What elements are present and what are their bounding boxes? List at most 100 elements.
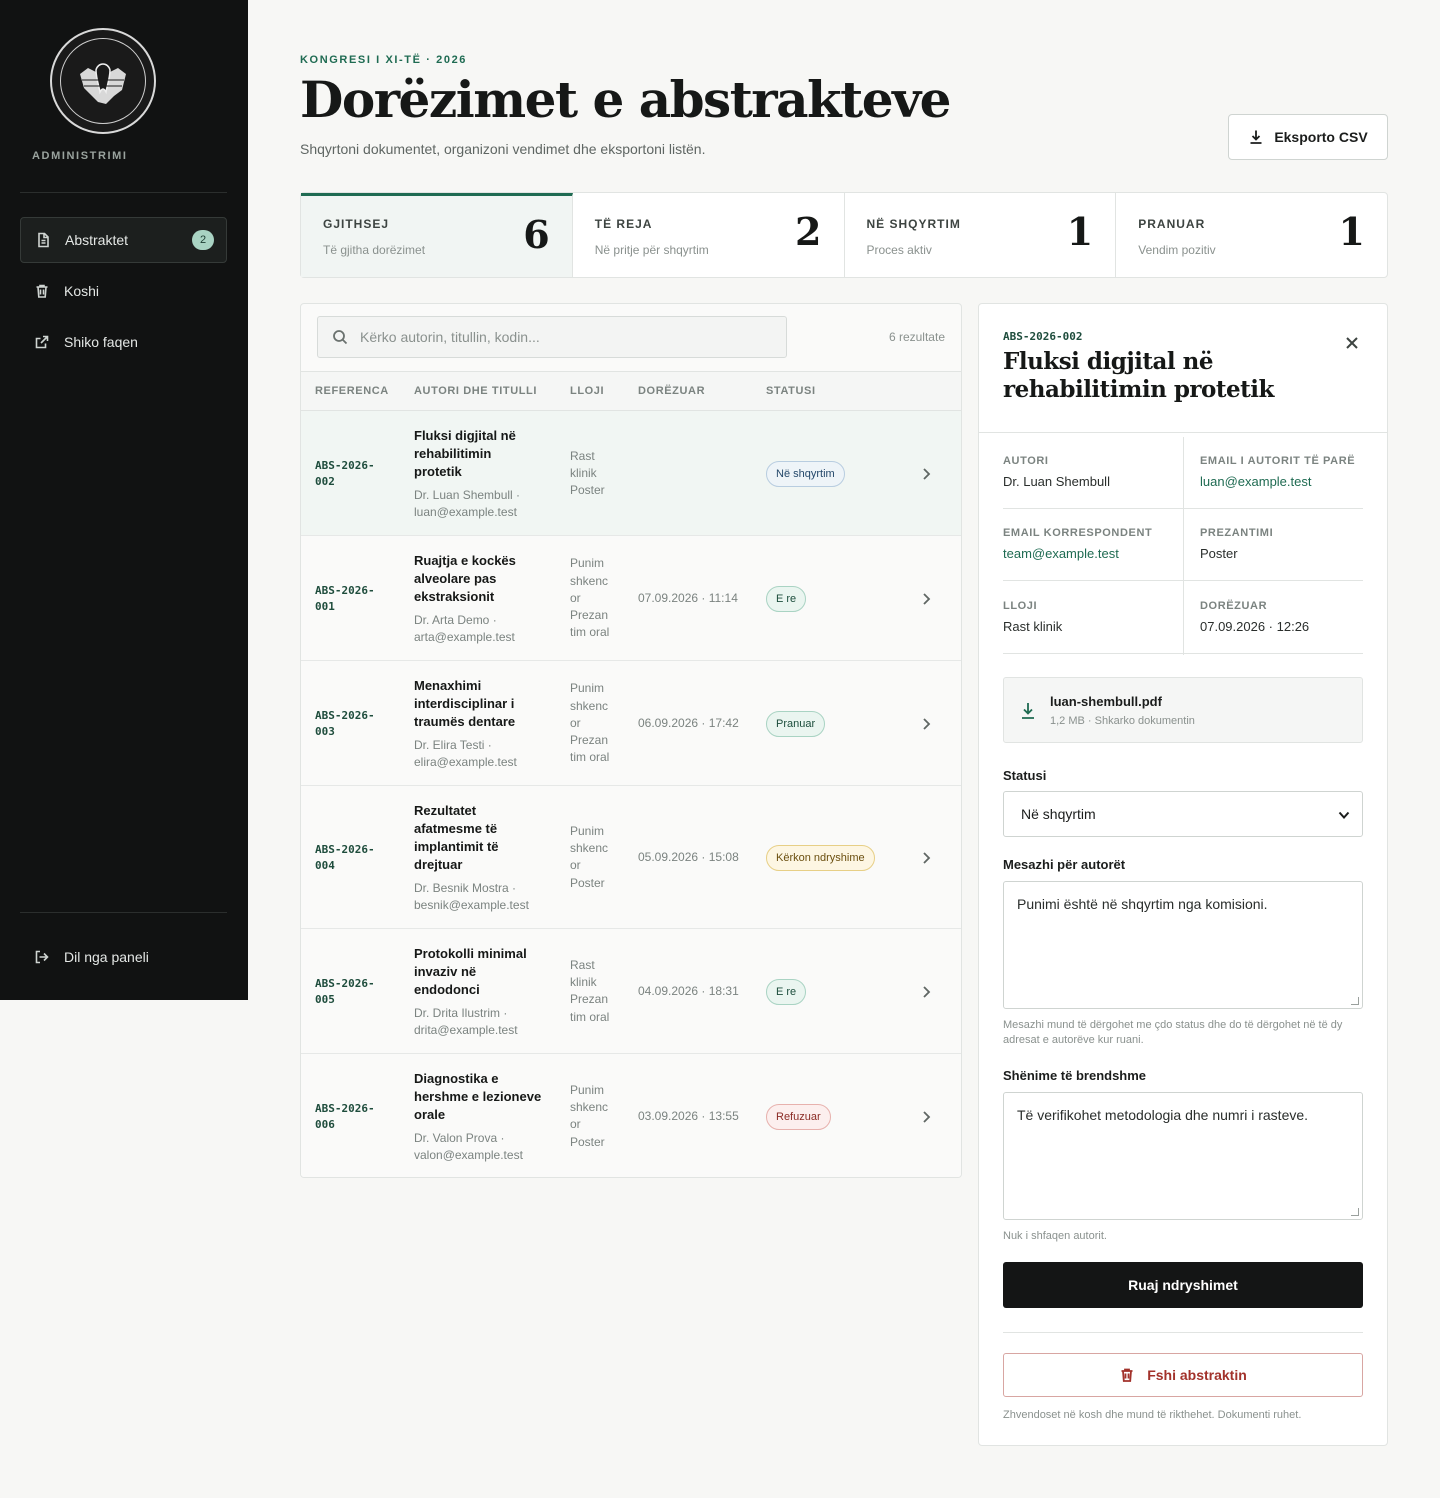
stat-label: GJITHSEJ <box>323 217 390 231</box>
cell-title: Diagnostika e hershme e lezioneve orale <box>414 1070 544 1124</box>
cell-author-line: elira@example.test <box>414 754 517 769</box>
save-changes-button[interactable]: Ruaj ndryshimet <box>1003 1262 1363 1308</box>
stat-value: 6 <box>523 212 550 257</box>
chevron-right-icon[interactable] <box>919 592 933 606</box>
sidebar-divider <box>20 912 227 913</box>
cell-type-line: Punim <box>570 556 605 571</box>
author-message-textarea[interactable]: Punimi është në shqyrtim nga komisioni. <box>1003 881 1363 1009</box>
cell-title: Fluksi digjital në rehabilitimin protetik <box>414 427 544 481</box>
table-row[interactable]: ABS-2026- 004 Rezultatet afatmesme të implan… <box>301 786 961 929</box>
cell-type: Rast klinik Prezan tim oral <box>570 957 618 1026</box>
table-row[interactable]: ABS-2026- 002 Fluksi digjital në rehabiliti… <box>301 411 961 536</box>
field-label: AUTORI <box>1003 455 1049 467</box>
field-corresponding-email: EMAIL KORRESPONDENT team@example.test <box>1003 509 1183 581</box>
column-header[interactable]: LLOJI <box>570 385 604 397</box>
stat-new[interactable]: TË REJA Në pritje për shqyrtim 2 <box>573 193 845 277</box>
resize-handle[interactable] <box>1351 1208 1359 1216</box>
sidebar-item-abstracts[interactable]: Abstraktet 2 <box>20 217 227 263</box>
cell-title-line: alveolare pas <box>414 570 497 586</box>
table-row[interactable]: ABS-2026- 006 Diagnostika e hershme e lezio… <box>301 1054 961 1177</box>
detail-title: Fluksi digjital në rehabilitimin proteti… <box>1003 348 1274 403</box>
logout-button[interactable]: Dil nga paneli <box>20 934 227 980</box>
cell-ref: ABS-2026- 003 <box>315 708 375 740</box>
chevron-right-icon[interactable] <box>919 985 933 999</box>
chevron-down-icon <box>1338 811 1350 819</box>
chevron-right-icon[interactable] <box>919 467 933 481</box>
sidebar-item-label: Shiko faqen <box>64 334 138 350</box>
chevron-right-icon[interactable] <box>919 717 933 731</box>
cell-ref-line: 006 <box>315 1117 335 1131</box>
table-row[interactable]: ABS-2026- 005 Protokolli minimal invaziv në… <box>301 929 961 1054</box>
cell-type-line: shkenc <box>570 1100 609 1115</box>
export-csv-button[interactable]: Eksporto CSV <box>1228 114 1388 160</box>
file-name: luan-shembull.pdf <box>1050 694 1162 709</box>
cell-ref-line: 001 <box>315 599 335 613</box>
cell-author-line: besnik@example.test <box>414 897 529 912</box>
cell-type-line: Punim <box>570 823 605 838</box>
status-badge: E re <box>766 585 807 612</box>
textarea-value: Të verifikohet metodologia dhe numri i r… <box>1017 1107 1309 1123</box>
table-row[interactable]: ABS-2026- 001 Ruajtja e kockës alveolare pa… <box>301 536 961 661</box>
status-badge: Në shqyrtim <box>766 460 845 487</box>
sidebar-item-trash[interactable]: Koshi <box>20 268 227 314</box>
cell-title-line: Fluksi digjital në <box>414 427 516 443</box>
search-input[interactable]: Kërko autorin, titullin, kodin... <box>317 316 787 358</box>
cell-ref-line: ABS-2026- <box>315 458 375 472</box>
cell-date: 06.09.2026 · 17:42 <box>638 715 739 730</box>
status-badge: Kërkon ndryshime <box>766 844 875 871</box>
resize-handle[interactable] <box>1351 997 1359 1005</box>
download-document-card[interactable]: luan-shembull.pdf 1,2 MB · Shkarko dokum… <box>1003 677 1363 743</box>
chevron-right-icon[interactable] <box>919 851 933 865</box>
internal-notes-textarea[interactable]: Të verifikohet metodologia dhe numri i r… <box>1003 1092 1363 1220</box>
divider <box>1003 1332 1363 1333</box>
cell-author-line: luan@example.test <box>414 504 517 519</box>
delete-abstract-button[interactable]: Fshi abstraktin <box>1003 1353 1363 1397</box>
cell-title-line: ekstraksionit <box>414 588 495 604</box>
cell-author-line: Dr. Drita Ilustrim · <box>414 1005 508 1020</box>
cell-ref: ABS-2026- 004 <box>315 842 375 874</box>
chevron-right-icon[interactable] <box>919 1110 933 1124</box>
cell-title-line: endodonci <box>414 981 480 997</box>
email-link[interactable]: team@example.test <box>1003 546 1183 561</box>
stat-accepted[interactable]: PRANUAR Vendim pozitiv 1 <box>1116 193 1387 277</box>
society-seal-logo <box>50 28 156 134</box>
cell-ref: ABS-2026- 002 <box>315 458 375 490</box>
divider <box>979 432 1387 433</box>
cell-ref-line: 005 <box>315 992 335 1006</box>
table-row[interactable]: ABS-2026- 003 Menaxhimi interdisciplinar i t… <box>301 661 961 786</box>
logout-icon <box>35 950 49 964</box>
cell-author: Dr. Arta Demo · arta@example.test <box>414 612 544 646</box>
field-label: EMAIL I AUTORIT TË PARË <box>1200 455 1356 467</box>
column-header[interactable]: REFERENCA <box>315 385 389 397</box>
close-icon[interactable] <box>1345 336 1359 350</box>
status-select[interactable]: Në shqyrtim <box>1003 791 1363 837</box>
cell-title: Protokolli minimal invaziv në endodonci <box>414 945 544 999</box>
cell-title-line: Rezultatet <box>414 802 477 818</box>
field-submitted: DORËZUAR 07.09.2026 · 12:26 <box>1183 582 1363 654</box>
textarea-value: Punimi është në shqyrtim nga komisioni. <box>1017 896 1268 912</box>
cell-type-line: shkenc <box>570 698 609 713</box>
field-label: LLOJI <box>1003 600 1038 612</box>
sidebar-item-label: Abstraktet <box>65 232 129 248</box>
status-selected-value: Në shqyrtim <box>1021 806 1096 822</box>
cell-author-line: Dr. Besnik Mostra · <box>414 880 517 895</box>
cell-author: Dr. Elira Testi · elira@example.test <box>414 737 544 771</box>
stat-value: 2 <box>795 209 822 254</box>
email-link[interactable]: luan@example.test <box>1200 474 1363 489</box>
field-author: AUTORI Dr. Luan Shembull <box>1003 437 1183 509</box>
delete-hint: Zhvendoset në kosh dhe mund të rikthehet… <box>1003 1409 1302 1421</box>
cell-author-line: Dr. Elira Testi · <box>414 737 492 752</box>
column-header[interactable]: DORËZUAR <box>638 385 705 397</box>
notes-label: Shënime të brendshme <box>1003 1068 1147 1083</box>
cell-type: Rast klinik Poster <box>570 448 618 500</box>
stat-in-review[interactable]: NË SHQYRTIM Proces aktiv 1 <box>845 193 1117 277</box>
column-header[interactable]: AUTORI DHE TITULLI <box>414 385 537 397</box>
message-label: Mesazhi për autorët <box>1003 857 1126 872</box>
column-header[interactable]: STATUSI <box>766 385 816 397</box>
message-hint: Mesazhi mund të dërgohet me çdo status d… <box>1003 1019 1343 1046</box>
cell-title: Menaxhimi interdisciplinar i traumës denta… <box>414 677 544 731</box>
stat-total[interactable]: GJITHSEJ Të gjitha dorëzimet 6 <box>301 193 573 277</box>
results-count: 6 rezultate <box>888 330 945 344</box>
page-title: Dorëzimet e abstrakteve <box>300 70 951 129</box>
sidebar-item-view-site[interactable]: Shiko faqen <box>20 319 227 365</box>
